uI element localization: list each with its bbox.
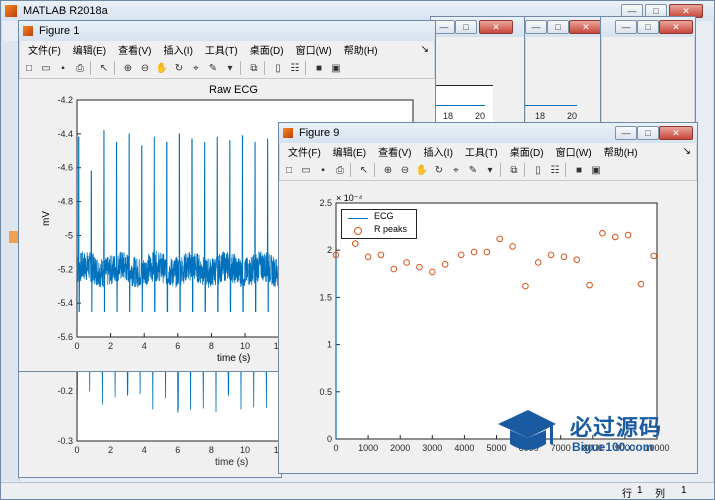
legend-ecg-label: ECG [374,211,394,221]
status-row-label: 行 [622,489,632,500]
back2-tick-20: 20 [567,111,578,121]
ytick-label: 1.5 [319,292,332,302]
lower-ytick-label: -0.2 [57,386,73,396]
ytick-label: -5 [65,230,73,240]
fig9-legend[interactable]: ECG R peaks [341,209,417,239]
back1-minimize-button[interactable]: — [433,20,455,34]
lower-xtick-label: 0 [74,445,79,455]
xtick-label: 1000 [358,443,378,453]
figure-window-back-3[interactable]: — □ ✕ [600,16,696,138]
xtick-label: 0 [333,443,338,453]
figure-window-back-2[interactable]: — □ ✕ 18 20 [524,16,606,138]
ytick-label: 0.5 [319,387,332,397]
status-col-label: 列 [655,489,665,500]
legend-ecg-line [348,218,368,219]
xtick-label: 10 [240,341,250,351]
ytick-label: 2.5 [319,198,332,208]
back1-tick-18: 18 [443,111,454,121]
lower-xtick-label: 6 [175,445,180,455]
ytick-label: -5.6 [57,332,73,342]
back2-line-fragment [525,105,577,106]
status-col-value: 1 [681,485,687,496]
back2-maximize-button[interactable]: □ [547,20,569,34]
fig9-exponent: × 10⁻⁴ [336,193,363,203]
ytick-label: -4.8 [57,197,73,207]
xtick-label: 3000 [422,443,442,453]
xtick-label: 0 [74,341,79,351]
back1-maximize-button[interactable]: □ [455,20,477,34]
status-row-value: 1 [637,485,643,496]
ytick-label: 1 [327,340,332,350]
watermark-title: 必过源码 [570,415,663,440]
back2-minimize-button[interactable]: — [525,20,547,34]
back1-line-fragment [433,105,485,106]
figure-1-xlabel: time (s) [217,353,251,364]
app-title: MATLAB R2018a [23,5,108,17]
xtick-label: 4000 [454,443,474,453]
back3-close-button[interactable]: ✕ [659,20,693,34]
lower-ytick-label: -0.3 [57,436,73,446]
xtick-label: 2000 [390,443,410,453]
back3-maximize-button[interactable]: □ [637,20,659,34]
ytick-label: -4.4 [57,129,73,139]
legend-peaks-marker [354,227,362,235]
xtick-label: 6 [175,341,180,351]
lower-xtick-label: 10 [240,445,250,455]
figure-1-ylabel: mV [41,211,52,226]
back2-close-button[interactable]: ✕ [569,20,603,34]
graduation-cap-icon [498,410,556,450]
lower-xtick-label: 8 [209,445,214,455]
xtick-label: 8 [209,341,214,351]
ytick-label: -4.2 [57,95,73,105]
legend-peaks-label: R peaks [374,224,408,234]
xtick-label: 2 [108,341,113,351]
watermark: 必过源码 Bigue100.com [494,404,694,464]
matlab-logo-icon [5,5,17,17]
ytick-label: -5.4 [57,298,73,308]
ytick-label: -4.6 [57,163,73,173]
xtick-label: 4 [142,341,147,351]
ytick-label: 0 [327,434,332,444]
ytick-label: 2 [327,245,332,255]
back3-minimize-button[interactable]: — [615,20,637,34]
back2-tick-18: 18 [535,111,546,121]
back1-close-button[interactable]: ✕ [479,20,513,34]
watermark-url: Bigue100.com [572,440,654,454]
lower-xtick-label: 4 [142,445,147,455]
status-bar: 行 1 列 1 [1,482,714,500]
back1-tick-20: 20 [475,111,486,121]
figure-window-back-1[interactable]: — □ ✕ 18 20 [430,16,528,138]
lower-xlabel: time (s) [215,457,249,468]
ytick-label: -5.2 [57,264,73,274]
lower-xtick-label: 2 [108,445,113,455]
